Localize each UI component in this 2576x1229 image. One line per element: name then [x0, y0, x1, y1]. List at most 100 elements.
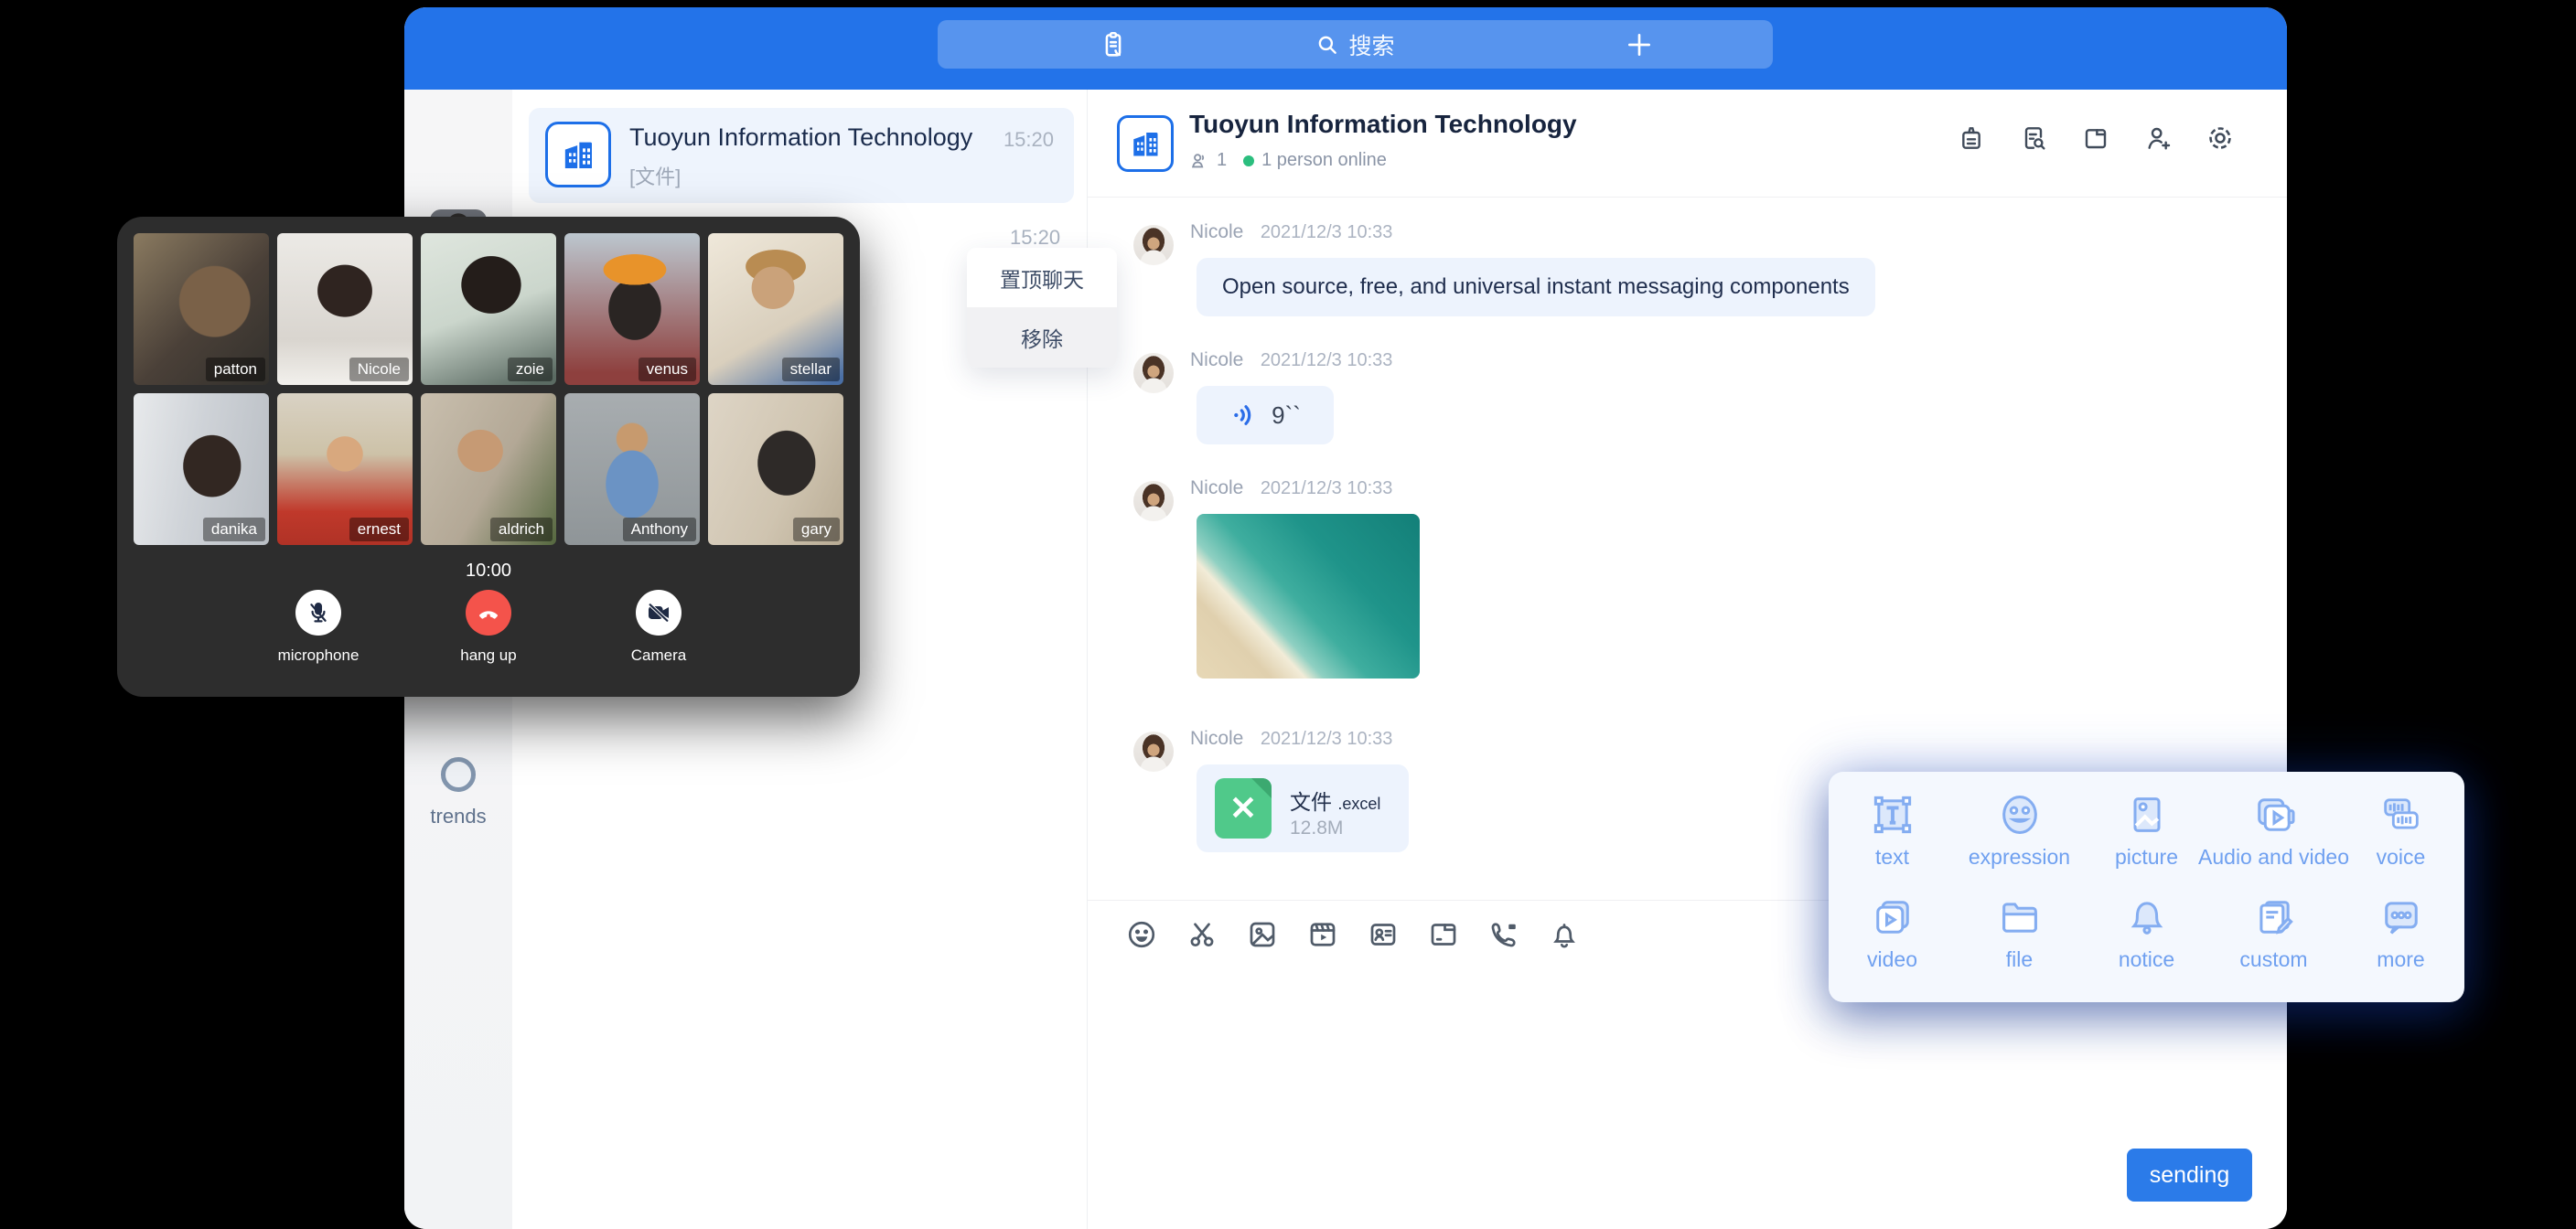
picture-icon [2123, 786, 2171, 843]
add-member-icon[interactable] [2142, 123, 2174, 154]
sender-avatar[interactable] [1133, 481, 1174, 521]
conversation-time: 15:20 [1004, 128, 1054, 152]
participant-name: Anthony [623, 518, 696, 541]
camera-off-icon [646, 600, 671, 625]
panel-item-picture[interactable]: picture [2083, 786, 2210, 889]
sender-avatar[interactable] [1133, 225, 1174, 265]
more-bubble-icon [2377, 889, 2425, 946]
hang-up-label: hang up [460, 647, 516, 665]
participant-tile[interactable]: gary [708, 393, 843, 545]
trends-icon[interactable] [441, 757, 476, 792]
message-type-panel: text expression picture [1829, 772, 2464, 1002]
participant-tile[interactable]: patton [134, 233, 269, 385]
mic-off-icon [306, 600, 331, 625]
message-time: 2021/12/3 10:33 [1261, 222, 1393, 242]
participant-tile[interactable]: aldrich [421, 393, 556, 545]
participant-grid: patton Nicole zoie venus stellar danika … [134, 233, 843, 545]
participant-tile[interactable]: danika [134, 393, 269, 545]
group-file-icon[interactable] [2080, 123, 2111, 154]
panel-item-voice[interactable]: voice [2337, 786, 2464, 889]
search-placeholder[interactable]: 搜索 [1348, 28, 1394, 61]
participant-name: zoie [508, 358, 553, 381]
voice-bubble[interactable]: 9`` [1197, 386, 1334, 444]
member-count: 1 [1217, 150, 1227, 171]
expression-icon [1996, 786, 2044, 843]
screenshot-scissors-icon[interactable] [1185, 917, 1219, 952]
participant-name: gary [793, 518, 840, 541]
notice-bell-icon [2123, 889, 2171, 946]
microphone-mute-button[interactable] [295, 590, 341, 636]
audio-video-icon [2250, 786, 2298, 843]
chat-title: Tuoyun Information Technology [1189, 110, 1577, 139]
sender-name: Nicole [1190, 728, 1243, 749]
file-icon[interactable] [1426, 917, 1461, 952]
add-button[interactable] [1625, 20, 1654, 69]
chat-record-search-icon[interactable] [2018, 123, 2049, 154]
participant-name: stellar [782, 358, 840, 381]
video-clip-icon[interactable] [1305, 917, 1340, 952]
participant-tile[interactable]: Anthony [564, 393, 700, 545]
hang-up-button[interactable] [466, 590, 511, 636]
camera-off-button[interactable] [636, 590, 682, 636]
video-icon [1869, 889, 1916, 946]
group-avatar [545, 122, 611, 187]
top-bar: 搜索 [404, 7, 2287, 90]
panel-item-file[interactable]: file [1956, 889, 2083, 991]
participant-tile[interactable]: ernest [277, 393, 413, 545]
participant-name: venus [639, 358, 696, 381]
microphone-label: microphone [278, 647, 360, 665]
camera-label: Camera [631, 647, 686, 665]
announcement-icon[interactable] [1956, 123, 1987, 154]
conversation-item-selected[interactable]: Tuoyun Information Technology [文件] 15:20 [529, 108, 1074, 203]
participant-tile[interactable]: zoie [421, 233, 556, 385]
panel-item-video[interactable]: video [1829, 889, 1956, 991]
file-bubble[interactable]: ✕ 文件 .excel 12.8M [1197, 764, 1409, 852]
menu-item-pin[interactable]: 置顶聊天 [967, 248, 1117, 307]
video-call-icon[interactable] [1487, 917, 1521, 952]
menu-item-remove[interactable]: 移除 [967, 307, 1117, 368]
panel-item-text[interactable]: text [1829, 786, 1956, 889]
participant-tile[interactable]: stellar [708, 233, 843, 385]
search-icon [1315, 33, 1339, 57]
text-bubble[interactable]: Open source, free, and universal instant… [1197, 258, 1875, 316]
voice-duration: 9`` [1272, 401, 1301, 430]
voice-wave-icon [1229, 401, 1259, 430]
sender-avatar[interactable] [1133, 732, 1174, 772]
panel-item-more[interactable]: more [2337, 889, 2464, 991]
sender-name: Nicole [1190, 349, 1243, 370]
file-size: 12.8M [1290, 818, 1343, 839]
participant-name: Nicole [349, 358, 409, 381]
image-icon[interactable] [1245, 917, 1280, 952]
video-call-panel: patton Nicole zoie venus stellar danika … [117, 217, 860, 697]
chat-subtitle: 1 1 person online [1189, 150, 1387, 171]
image-attachment-beach[interactable] [1197, 514, 1420, 679]
panel-item-notice[interactable]: notice [2083, 889, 2210, 991]
participant-tile[interactable]: venus [564, 233, 700, 385]
sidebar-item-trends[interactable]: trends [404, 805, 512, 828]
participant-tile[interactable]: Nicole [277, 233, 413, 385]
panel-item-custom[interactable]: custom [2210, 889, 2337, 991]
conversation-title: Tuoyun Information Technology [629, 123, 972, 152]
sender-avatar[interactable] [1133, 353, 1174, 393]
context-menu: 置顶聊天 移除 [967, 248, 1117, 368]
file-name: 文件 [1290, 790, 1332, 814]
panel-item-expression[interactable]: expression [1956, 786, 2083, 889]
text-tool-icon [1869, 786, 1916, 843]
emoji-icon[interactable] [1124, 917, 1159, 952]
group-avatar [1117, 115, 1174, 172]
voice-icon [2377, 786, 2425, 843]
search-bar[interactable]: 搜索 [938, 20, 1773, 69]
building-icon [1129, 127, 1162, 160]
participant-name: aldrich [490, 518, 553, 541]
panel-item-audio-video[interactable]: Audio and video [2210, 786, 2337, 889]
call-timer: 10:00 [117, 561, 860, 582]
screenshot-canvas: 搜索 trends [0, 0, 2576, 1229]
participant-name: ernest [349, 518, 409, 541]
settings-gear-icon[interactable] [2205, 123, 2236, 154]
message-time: 2021/12/3 10:33 [1261, 478, 1393, 498]
sender-name: Nicole [1190, 221, 1243, 242]
notification-bell-icon[interactable] [1547, 917, 1582, 952]
hang-up-icon [475, 599, 502, 626]
send-button[interactable]: sending [2127, 1149, 2252, 1202]
contact-card-icon[interactable] [1366, 917, 1401, 952]
